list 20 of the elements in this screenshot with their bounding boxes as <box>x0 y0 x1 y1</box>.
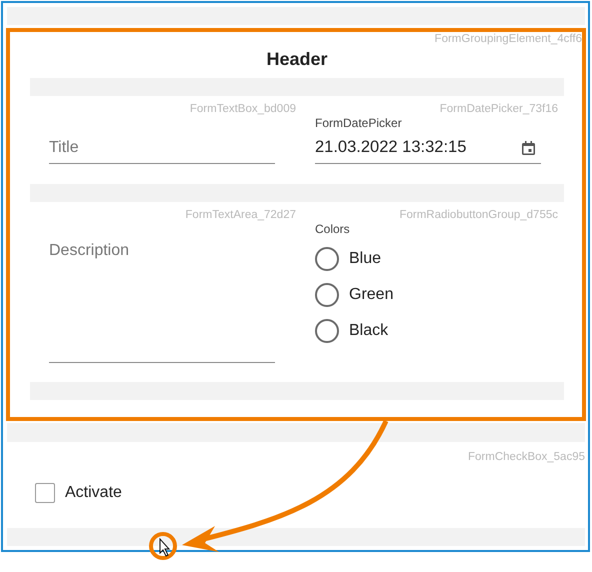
radio-label[interactable]: Blue <box>349 250 382 268</box>
element-caption: FormDatePicker_73f16 <box>440 102 558 116</box>
radio-button[interactable] <box>315 247 339 271</box>
element-caption: FormTextArea_72d27 <box>185 208 296 222</box>
element-caption: FormCheckBox_5ac95 <box>468 450 585 464</box>
element-caption: FormRadiobuttonGroup_d755c <box>399 208 558 222</box>
checkbox-label[interactable]: Activate <box>65 484 122 502</box>
radio-button[interactable] <box>315 283 339 307</box>
calendar-icon[interactable] <box>522 140 535 154</box>
cursor-icon <box>160 538 170 557</box>
highlight-circle <box>149 532 177 560</box>
radio-label[interactable]: Black <box>349 322 388 340</box>
group-label: Colors <box>315 222 350 236</box>
radio-button[interactable] <box>315 319 339 343</box>
radio-label[interactable]: Green <box>349 286 394 304</box>
element-caption: FormGroupingElement_4cff6 <box>434 32 582 46</box>
field-label: FormDatePicker <box>315 116 402 130</box>
element-caption: FormTextBox_bd009 <box>190 102 296 116</box>
group-header: Header <box>266 48 328 71</box>
checkbox[interactable] <box>35 483 55 503</box>
